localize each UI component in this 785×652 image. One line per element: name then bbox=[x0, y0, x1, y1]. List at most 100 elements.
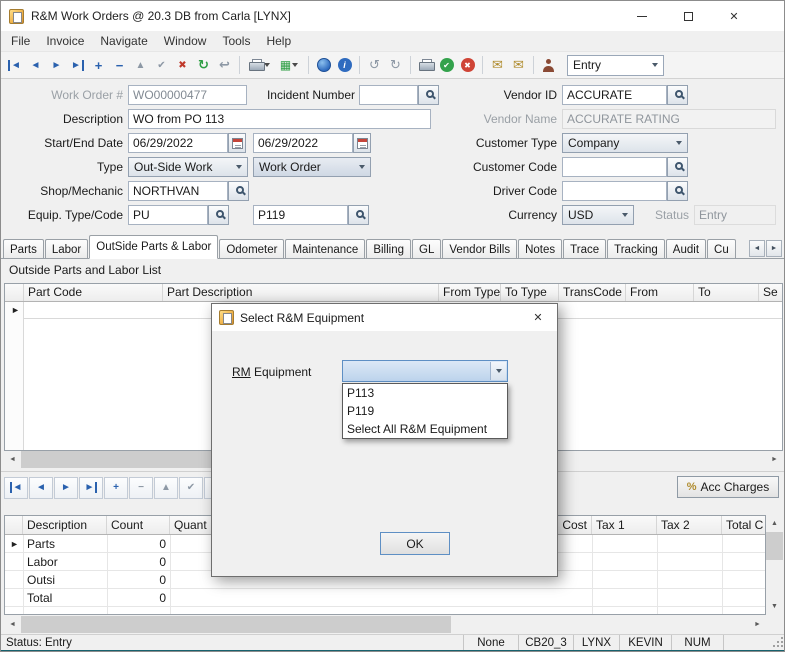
scrollbar-thumb[interactable] bbox=[766, 532, 783, 560]
post-record-button[interactable]: ✔ bbox=[151, 54, 172, 76]
menu-file[interactable]: File bbox=[3, 32, 38, 50]
first-record-button[interactable]: ◄ bbox=[4, 54, 25, 76]
dropdown-option-p119[interactable]: P119 bbox=[343, 402, 507, 420]
ok-button[interactable]: OK bbox=[380, 532, 450, 555]
tab-outside-parts-labor[interactable]: OutSide Parts & Labor bbox=[89, 235, 218, 259]
tab-trace[interactable]: Trace bbox=[563, 239, 606, 259]
history-forward-button[interactable]: ↻ bbox=[385, 54, 406, 76]
type-combo[interactable]: Out-Side Work bbox=[128, 157, 248, 177]
undo-button[interactable]: ↩ bbox=[214, 54, 235, 76]
minimize-button[interactable] bbox=[619, 1, 665, 31]
scroll-left-button[interactable]: ◄ bbox=[4, 451, 21, 468]
tab-gl[interactable]: GL bbox=[412, 239, 441, 259]
currency-combo[interactable]: USD bbox=[562, 205, 634, 225]
tab-tracking[interactable]: Tracking bbox=[607, 239, 665, 259]
menu-navigate[interactable]: Navigate bbox=[92, 32, 155, 50]
col-total-cost[interactable]: Total C bbox=[722, 516, 765, 534]
menu-tools[interactable]: Tools bbox=[214, 32, 258, 50]
shop-mechanic-field[interactable]: NORTHVAN bbox=[128, 181, 228, 201]
col-tax1[interactable]: Tax 1 bbox=[592, 516, 657, 534]
type2-combo[interactable]: Work Order bbox=[253, 157, 371, 177]
scroll-left-button[interactable]: ◄ bbox=[4, 616, 21, 633]
tab-scroll-right-button[interactable]: ► bbox=[766, 240, 782, 257]
maximize-button[interactable] bbox=[665, 1, 711, 31]
dropdown-option-p113[interactable]: P113 bbox=[343, 384, 507, 402]
tab-scroll-left-button[interactable]: ◄ bbox=[749, 240, 765, 257]
end-date-field[interactable]: 06/29/2022 bbox=[253, 133, 353, 153]
history-back-button[interactable]: ↺ bbox=[364, 54, 385, 76]
insert-record-button[interactable]: + bbox=[88, 54, 109, 76]
approve-button[interactable]: ✔ bbox=[436, 54, 457, 76]
col-description[interactable]: Description bbox=[23, 516, 107, 534]
col-to-type[interactable]: To Type bbox=[501, 284, 559, 301]
col-count[interactable]: Count bbox=[107, 516, 170, 534]
tab-odometer[interactable]: Odometer bbox=[219, 239, 284, 259]
menu-invoice[interactable]: Invoice bbox=[38, 32, 92, 50]
nav-last-button[interactable]: ► bbox=[79, 477, 103, 499]
nav-edit-button[interactable]: ▲ bbox=[154, 477, 178, 499]
nav-delete-button[interactable]: − bbox=[129, 477, 153, 499]
tab-labor[interactable]: Labor bbox=[45, 239, 88, 259]
description-field[interactable]: WO from PO 113 bbox=[128, 109, 431, 129]
scrollbar-thumb[interactable] bbox=[21, 616, 451, 633]
start-date-field[interactable]: 06/29/2022 bbox=[128, 133, 228, 153]
driver-code-field[interactable] bbox=[562, 181, 667, 201]
mail-send-button[interactable]: ✉ bbox=[487, 54, 508, 76]
col-from[interactable]: From bbox=[626, 284, 694, 301]
prior-record-button[interactable]: ◄ bbox=[25, 54, 46, 76]
export-button[interactable]: ▦ bbox=[274, 54, 304, 76]
reject-button[interactable]: ✖ bbox=[457, 54, 478, 76]
scroll-right-button[interactable]: ► bbox=[766, 451, 783, 468]
customer-code-lookup-button[interactable] bbox=[667, 157, 688, 177]
mode-combo[interactable]: Entry bbox=[567, 55, 664, 76]
tab-notes[interactable]: Notes bbox=[518, 239, 562, 259]
shop-lookup-button[interactable] bbox=[228, 181, 249, 201]
summary-row-total[interactable]: Total 0 bbox=[5, 589, 765, 607]
tab-customer[interactable]: Cu bbox=[707, 239, 736, 259]
mail-receive-button[interactable]: ✉ bbox=[508, 54, 529, 76]
user-button[interactable] bbox=[538, 54, 559, 76]
col-se[interactable]: Se bbox=[759, 284, 783, 301]
next-record-button[interactable]: ► bbox=[46, 54, 67, 76]
equip-code-field[interactable]: P119 bbox=[253, 205, 348, 225]
summary-vertical-scrollbar[interactable]: ▲ ▼ bbox=[766, 515, 783, 615]
summary-horizontal-scrollbar[interactable]: ◄ ► bbox=[4, 616, 766, 633]
acc-charges-button[interactable]: % Acc Charges bbox=[677, 476, 779, 498]
col-to[interactable]: To bbox=[694, 284, 759, 301]
equip-type-field[interactable]: PU bbox=[128, 205, 208, 225]
resize-grip[interactable] bbox=[781, 645, 783, 647]
customer-code-field[interactable] bbox=[562, 157, 667, 177]
nav-next-button[interactable]: ► bbox=[54, 477, 78, 499]
refresh-button[interactable]: ↻ bbox=[193, 54, 214, 76]
rm-equipment-combo[interactable] bbox=[342, 360, 508, 382]
nav-post-button[interactable]: ✔ bbox=[179, 477, 203, 499]
col-part-code[interactable]: Part Code bbox=[24, 284, 163, 301]
edit-record-button[interactable]: ▲ bbox=[130, 54, 151, 76]
close-button[interactable]: ✕ bbox=[711, 1, 757, 31]
nav-prior-button[interactable]: ◄ bbox=[29, 477, 53, 499]
tab-billing[interactable]: Billing bbox=[366, 239, 411, 259]
tab-parts[interactable]: Parts bbox=[3, 239, 44, 259]
web-button[interactable] bbox=[313, 54, 334, 76]
customer-type-combo[interactable]: Company bbox=[562, 133, 688, 153]
nav-first-button[interactable]: ◄ bbox=[4, 477, 28, 499]
incident-number-field[interactable] bbox=[359, 85, 418, 105]
col-from-type[interactable]: From Type bbox=[439, 284, 501, 301]
vendor-id-lookup-button[interactable] bbox=[667, 85, 688, 105]
work-order-field[interactable]: WO00000477 bbox=[128, 85, 247, 105]
end-date-picker-button[interactable] bbox=[353, 133, 371, 153]
col-part-description[interactable]: Part Description bbox=[163, 284, 439, 301]
print-preview-button[interactable] bbox=[415, 54, 436, 76]
delete-record-button[interactable]: − bbox=[109, 54, 130, 76]
combo-dropdown-button[interactable] bbox=[490, 362, 506, 380]
tab-maintenance[interactable]: Maintenance bbox=[285, 239, 365, 259]
tab-vendor-bills[interactable]: Vendor Bills bbox=[442, 239, 517, 259]
cancel-record-button[interactable]: ✖ bbox=[172, 54, 193, 76]
print-button[interactable] bbox=[244, 54, 274, 76]
tab-audit[interactable]: Audit bbox=[666, 239, 706, 259]
equip-type-lookup-button[interactable] bbox=[208, 205, 229, 225]
menu-window[interactable]: Window bbox=[156, 32, 215, 50]
equip-code-lookup-button[interactable] bbox=[348, 205, 369, 225]
col-tax2[interactable]: Tax 2 bbox=[657, 516, 722, 534]
start-date-picker-button[interactable] bbox=[228, 133, 246, 153]
